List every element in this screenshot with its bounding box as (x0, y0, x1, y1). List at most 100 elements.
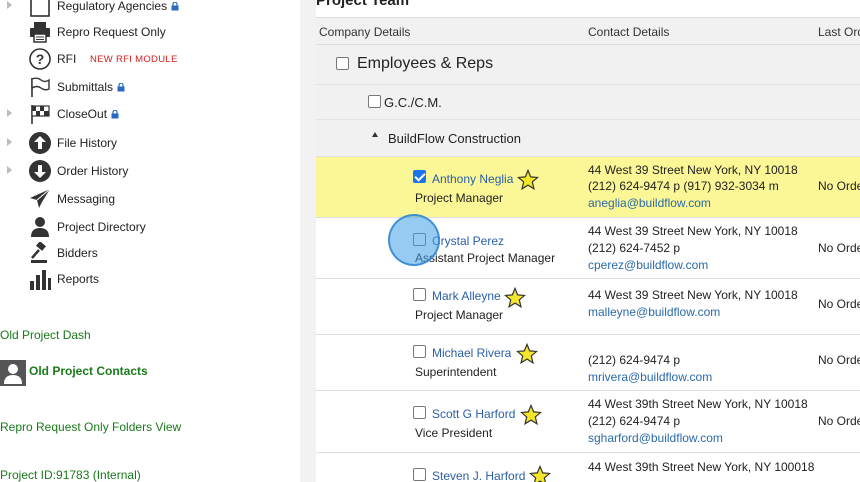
sidebar-item-label: Order History (57, 164, 129, 178)
sidebar-item-label: Project Directory (57, 220, 146, 234)
project-id-label: Project ID:91783 (Internal) (0, 468, 141, 482)
sidebar-item-label: Regulatory Agencies (57, 0, 168, 13)
click-indicator (388, 214, 440, 266)
sidebar-item-closeout[interactable]: CloseOut (0, 102, 300, 126)
company-buildflow[interactable]: BuildFlow Construction (316, 120, 860, 157)
expand-arrow-icon[interactable] (7, 138, 12, 146)
contact-role: Project Manager (415, 191, 504, 205)
page-title: Project Team (316, 0, 410, 9)
contact-checkbox[interactable] (413, 406, 426, 419)
last-order: No Orde (818, 414, 860, 428)
flag-icon (28, 75, 52, 99)
printer-icon (28, 20, 52, 44)
sidebar-item-order-history[interactable]: Order History (0, 159, 300, 183)
contact-checkbox[interactable] (413, 288, 426, 301)
star-icon[interactable] (504, 287, 526, 309)
contact-address: 44 West 39 Street New York, NY 10018 (588, 288, 798, 302)
lock-icon (111, 110, 119, 119)
contact-email-link[interactable]: aneglia@buildflow.com (588, 196, 711, 210)
contact-checkbox[interactable] (413, 170, 426, 183)
last-order: No Orde (818, 241, 860, 255)
lock-icon (117, 83, 125, 92)
contact-phone: (212) 624-9474 p (588, 414, 681, 428)
sidebar-item-messaging[interactable]: Messaging (0, 187, 300, 211)
question-icon: ? (28, 47, 52, 71)
contact-phone: (212) 624-7452 p (588, 241, 681, 255)
collapse-arrow-icon[interactable] (372, 132, 378, 137)
star-icon[interactable] (529, 465, 551, 482)
star-icon[interactable] (517, 169, 539, 191)
last-order: No Orde (818, 353, 860, 367)
sidebar-item-project-directory[interactable]: Project Directory (0, 215, 300, 239)
contact-name-link[interactable]: Michael Rivera (432, 346, 511, 360)
panel-divider[interactable] (300, 0, 316, 482)
contact-name-link[interactable]: Scott G Harford (432, 407, 515, 421)
sidebar-item-label: Repro Request Only (57, 25, 166, 39)
arrow-down-circle-icon (28, 159, 52, 183)
lock-icon (171, 2, 179, 11)
sidebar-item-rfi[interactable]: ? RFI NEW RFI MODULE (0, 47, 300, 71)
table-row: Steven J. Harford 44 West 39th Street Ne… (316, 453, 860, 482)
repro-folders-view-link[interactable]: Repro Request Only Folders View (0, 420, 181, 434)
sidebar-item-label: CloseOut (57, 107, 108, 121)
group-employees-reps: Employees & Reps (316, 45, 860, 85)
blank-doc-icon (28, 0, 52, 18)
sidebar-item-label: Bidders (57, 246, 98, 260)
contact-name-link[interactable]: Mark Alleyne (432, 289, 501, 303)
star-icon[interactable] (516, 343, 538, 365)
sidebar-item-label: Reports (57, 272, 100, 286)
contact-checkbox[interactable] (413, 468, 426, 481)
person-icon (28, 215, 52, 239)
sidebar-item-label: Messaging (57, 192, 116, 206)
expand-arrow-icon[interactable] (7, 1, 12, 9)
sidebar-item-submittals[interactable]: Submittals (0, 75, 300, 99)
contact-address: 44 West 39 Street New York, NY 10018 (588, 163, 798, 177)
checkered-flag-icon (28, 102, 52, 126)
contact-checkbox[interactable] (413, 345, 426, 358)
contact-name-link[interactable]: Anthony Neglia (432, 172, 513, 186)
old-project-contacts-label: Old Project Contacts (29, 364, 148, 378)
contact-role: Vice President (415, 426, 493, 440)
expand-arrow-icon[interactable] (7, 109, 12, 117)
contact-name-link[interactable]: Steven J. Harford (432, 469, 525, 482)
group-gc-label: G.C./C.M. (384, 95, 442, 110)
expand-arrow-icon[interactable] (7, 166, 12, 174)
contact-name-link[interactable]: Crystal Perez (432, 234, 504, 248)
sidebar-item-regulatory-agencies[interactable]: Regulatory Agencies (0, 0, 300, 18)
sidebar-item-reports[interactable]: Reports (0, 267, 300, 291)
contact-email-link[interactable]: mrivera@buildflow.com (588, 370, 712, 384)
column-last-order[interactable]: Last Ord (818, 25, 860, 39)
group-employees-label: Employees & Reps (357, 55, 494, 72)
last-order: No Orde (818, 179, 860, 193)
gavel-icon (28, 241, 52, 265)
contact-phone: (212) 624-9474 p (917) 932-3034 m (588, 179, 779, 193)
arrow-up-circle-icon (28, 131, 52, 155)
bar-chart-icon (28, 267, 52, 291)
last-order: No Orde (818, 297, 860, 311)
paper-plane-icon (28, 187, 52, 211)
contact-email-link[interactable]: sgharford@buildflow.com (588, 431, 723, 445)
contact-role: Superintendent (415, 365, 497, 379)
star-icon[interactable] (520, 404, 542, 426)
sidebar-item-repro-request-only[interactable]: Repro Request Only (0, 20, 300, 44)
sidebar-item-label: File History (57, 136, 118, 150)
contact-email-link[interactable]: cperez@buildflow.com (588, 258, 708, 272)
column-company-details[interactable]: Company Details (319, 25, 410, 39)
sidebar-item-file-history[interactable]: File History (0, 131, 300, 155)
contact-address: 44 West 39th Street New York, NY 10018 (588, 397, 808, 411)
contact-email-link[interactable]: malleyne@buildflow.com (588, 305, 720, 319)
sidebar-item-label: RFI (57, 52, 77, 66)
column-contact-details[interactable]: Contact Details (588, 25, 669, 39)
group-gc-checkbox[interactable] (368, 95, 381, 108)
old-project-dash-link[interactable]: Old Project Dash (0, 328, 91, 342)
group-employees-checkbox[interactable] (336, 57, 349, 70)
old-project-contacts-link[interactable]: Old Project Contacts (0, 360, 200, 386)
new-module-badge[interactable]: NEW RFI MODULE (90, 54, 178, 65)
sidebar-item-bidders[interactable]: Bidders (0, 241, 300, 265)
contact-address: 44 West 39th Street New York, NY 100018 (588, 460, 815, 474)
table-row: Michael Rivera Superintendent (212) 624-… (316, 335, 860, 391)
sidebar-item-label: Submittals (57, 80, 114, 94)
contact-card-icon (0, 360, 26, 389)
contact-role: Project Manager (415, 308, 504, 322)
contact-phone: (212) 624-9474 p (588, 353, 681, 367)
